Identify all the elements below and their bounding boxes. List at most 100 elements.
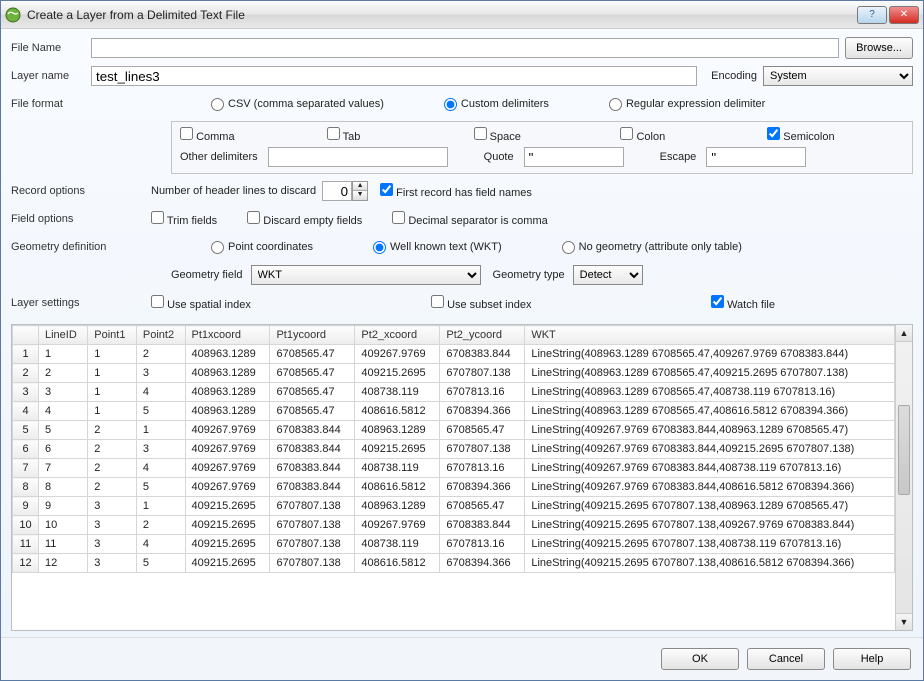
- window-help-button[interactable]: ?: [857, 6, 887, 24]
- column-header[interactable]: WKT: [525, 326, 895, 345]
- table-cell: LineString(409215.2695 6707807.138,40896…: [525, 497, 895, 516]
- encoding-select[interactable]: System: [763, 66, 913, 86]
- column-header[interactable]: Point2: [136, 326, 185, 345]
- table-cell: 6708383.844: [270, 421, 355, 440]
- trim-fields-check[interactable]: Trim fields: [151, 211, 217, 227]
- table-cell: 4: [136, 535, 185, 554]
- spin-down-icon[interactable]: ▼: [353, 191, 367, 200]
- delim-comma-check[interactable]: Comma: [180, 127, 235, 143]
- delimiter-box: Comma Tab Space Colon Semicolon Other de…: [171, 121, 913, 174]
- geom-point-radio[interactable]: Point coordinates: [211, 241, 313, 254]
- record-options-label: Record options: [11, 185, 151, 197]
- table-row[interactable]: 101032409215.26956707807.138409267.97696…: [13, 516, 895, 535]
- table-cell: 6708383.844: [270, 478, 355, 497]
- header-discard-input[interactable]: [322, 181, 352, 201]
- scroll-thumb[interactable]: [898, 405, 910, 495]
- table-cell: 3: [88, 497, 137, 516]
- table-cell: LineString(409267.9769 6708383.844,40861…: [525, 478, 895, 497]
- table-row[interactable]: 3314408963.12896708565.47408738.11967078…: [13, 383, 895, 402]
- column-header[interactable]: Pt2_xcoord: [355, 326, 440, 345]
- table-cell: 6707807.138: [270, 554, 355, 573]
- table-row[interactable]: 9931409215.26956707807.138408963.1289670…: [13, 497, 895, 516]
- table-cell: 6708383.844: [270, 459, 355, 478]
- table-cell: 408616.5812: [355, 554, 440, 573]
- scroll-down-icon[interactable]: ▼: [896, 613, 912, 630]
- delim-space-check[interactable]: Space: [474, 127, 521, 143]
- format-custom-radio[interactable]: Custom delimiters: [444, 98, 549, 111]
- ok-button[interactable]: OK: [661, 648, 739, 670]
- table-cell: 3: [88, 516, 137, 535]
- help-button[interactable]: Help: [833, 648, 911, 670]
- spatial-index-check[interactable]: Use spatial index: [151, 295, 251, 311]
- cancel-button[interactable]: Cancel: [747, 648, 825, 670]
- column-header[interactable]: LineID: [39, 326, 88, 345]
- watch-file-check[interactable]: Watch file: [711, 295, 775, 311]
- table-row[interactable]: 4415408963.12896708565.47408616.58126708…: [13, 402, 895, 421]
- titlebar: Create a Layer from a Delimited Text Fil…: [1, 1, 923, 29]
- table-row[interactable]: 8825409267.97696708383.844408616.5812670…: [13, 478, 895, 497]
- table-cell: 6708383.844: [270, 440, 355, 459]
- table-cell: 409215.2695: [355, 440, 440, 459]
- discard-empty-check[interactable]: Discard empty fields: [247, 211, 362, 227]
- table-cell: 6708394.366: [440, 478, 525, 497]
- column-header[interactable]: Pt1xcoord: [185, 326, 270, 345]
- format-csv-radio[interactable]: CSV (comma separated values): [211, 98, 384, 111]
- table-cell: 2: [88, 421, 137, 440]
- table-row[interactable]: 2213408963.12896708565.47409215.26956707…: [13, 364, 895, 383]
- first-record-check[interactable]: First record has field names: [380, 183, 532, 199]
- layer-name-label: Layer name: [11, 70, 91, 82]
- browse-button[interactable]: Browse...: [845, 37, 913, 59]
- geom-wkt-radio[interactable]: Well known text (WKT): [373, 241, 502, 254]
- table-cell: 409267.9769: [355, 345, 440, 364]
- table-cell: 6708383.844: [440, 345, 525, 364]
- table-cell: 5: [39, 421, 88, 440]
- table-cell: 2: [88, 459, 137, 478]
- subset-index-check[interactable]: Use subset index: [431, 295, 531, 311]
- escape-input[interactable]: [706, 147, 806, 167]
- table-row[interactable]: 7724409267.97696708383.844408738.1196707…: [13, 459, 895, 478]
- table-row[interactable]: 121235409215.26956707807.138408616.58126…: [13, 554, 895, 573]
- vertical-scrollbar[interactable]: ▲ ▼: [895, 325, 912, 630]
- other-delim-input[interactable]: [268, 147, 448, 167]
- table-cell: 6708394.366: [440, 402, 525, 421]
- table-row[interactable]: 5521409267.97696708383.844408963.1289670…: [13, 421, 895, 440]
- decimal-comma-check[interactable]: Decimal separator is comma: [392, 211, 547, 227]
- column-header[interactable]: Pt2_ycoord: [440, 326, 525, 345]
- table-cell: 6708565.47: [270, 364, 355, 383]
- geom-type-label: Geometry type: [493, 269, 565, 281]
- table-cell: 6708565.47: [440, 421, 525, 440]
- column-header[interactable]: Pt1ycoord: [270, 326, 355, 345]
- table-cell: 11: [39, 535, 88, 554]
- layer-name-input[interactable]: [91, 66, 697, 86]
- table-row[interactable]: 6623409267.97696708383.844409215.2695670…: [13, 440, 895, 459]
- column-header[interactable]: Point1: [88, 326, 137, 345]
- window-close-button[interactable]: ✕: [889, 6, 919, 24]
- table-cell: 1: [88, 345, 137, 364]
- delim-colon-check[interactable]: Colon: [620, 127, 665, 143]
- row-number: 10: [13, 516, 39, 535]
- table-cell: 409267.9769: [185, 421, 270, 440]
- header-discard-spinner[interactable]: ▲▼: [352, 181, 368, 201]
- quote-input[interactable]: [524, 147, 624, 167]
- spin-up-icon[interactable]: ▲: [353, 182, 367, 191]
- geom-type-select[interactable]: Detect: [573, 265, 643, 285]
- file-name-input[interactable]: [91, 38, 839, 58]
- table-cell: 6707807.138: [270, 516, 355, 535]
- table-cell: LineString(408963.1289 6708565.47,409215…: [525, 364, 895, 383]
- scroll-up-icon[interactable]: ▲: [896, 325, 912, 342]
- delim-tab-check[interactable]: Tab: [327, 127, 361, 143]
- file-name-label: File Name: [11, 42, 91, 54]
- geom-field-select[interactable]: WKT: [251, 265, 481, 285]
- table-row[interactable]: 1112408963.12896708565.47409267.97696708…: [13, 345, 895, 364]
- table-cell: 1: [88, 364, 137, 383]
- table-cell: 7: [39, 459, 88, 478]
- delim-semicolon-check[interactable]: Semicolon: [767, 127, 834, 143]
- row-number: 12: [13, 554, 39, 573]
- table-cell: 3: [136, 364, 185, 383]
- field-options-label: Field options: [11, 213, 151, 225]
- format-regex-radio[interactable]: Regular expression delimiter: [609, 98, 765, 111]
- geom-none-radio[interactable]: No geometry (attribute only table): [562, 241, 742, 254]
- table-row[interactable]: 111134409215.26956707807.138408738.11967…: [13, 535, 895, 554]
- table-cell: 6707813.16: [440, 383, 525, 402]
- preview-table-scroll[interactable]: LineIDPoint1Point2Pt1xcoordPt1ycoordPt2_…: [12, 325, 895, 630]
